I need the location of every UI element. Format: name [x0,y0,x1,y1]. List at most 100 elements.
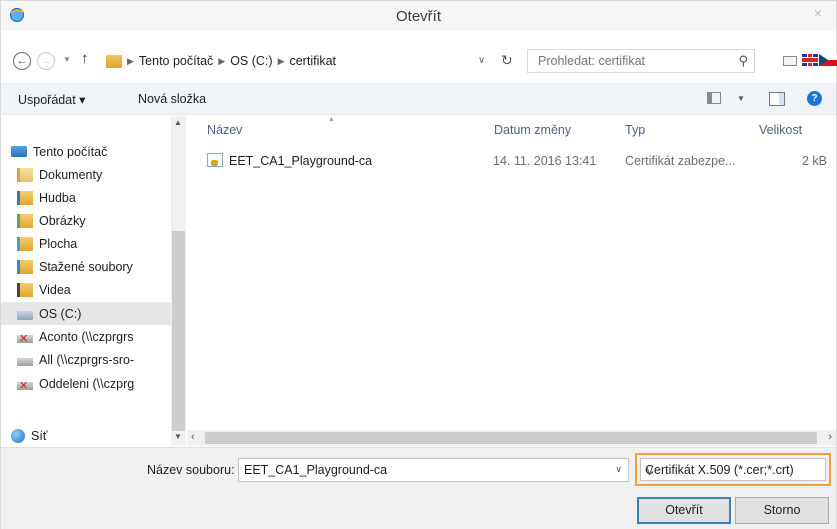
dialog-title: Otevřít [395,8,441,25]
file-size: 2 kB [802,154,828,168]
scroll-right-icon[interactable]: › [828,431,832,443]
breadcrumb-item-drive[interactable]: OS (C:) [230,54,272,68]
nav-item-label: Oddeleni (\\czprg [39,376,135,391]
nav-item-label: OS (C:) [39,306,82,321]
nav-item-network[interactable]: Síť [1,424,171,447]
up-folder-icon[interactable]: ↑ [81,50,89,67]
breadcrumb-item-this-pc[interactable]: Tento počítač [139,54,213,68]
address-row: ← → ▼ ↑ ▶ Tento počítač ▶ OS (C:) ▶ cert… [1,41,837,79]
network-globe-icon [11,428,25,443]
network-drive-icon [17,357,33,366]
horizontal-scrollbar[interactable]: ‹ › [187,430,836,446]
file-row[interactable]: EET_CA1_Playground-ca 14. 11. 2016 13:41… [201,151,831,173]
scroll-down-icon[interactable]: ▼ [174,432,182,441]
filetype-filter-highlight: Certifikát X.509 (*.cer;*.crt) ∨ [635,453,831,486]
nav-item-aconto[interactable]: Aconto (\\czprgrs [1,325,171,348]
documents-folder-icon [17,167,33,182]
scrollbar-thumb[interactable] [172,231,185,431]
czech-flag-icon [819,54,837,66]
scroll-left-icon[interactable]: ‹ [191,431,195,443]
file-type: Certifikát zabezpe... [625,154,736,168]
breadcrumb-arrow-icon[interactable]: ▶ [218,56,225,67]
chevron-down-icon[interactable]: ∨ [645,463,819,478]
cancel-button[interactable]: Storno [735,497,829,524]
view-options-icon[interactable] [707,92,721,104]
music-folder-icon [17,190,33,205]
pictures-folder-icon [17,213,33,228]
column-header-size[interactable]: Velikost [759,123,802,137]
nav-item-this-pc[interactable]: Tento počítač [1,140,171,163]
column-header-date[interactable]: Datum změny [494,123,571,137]
title-bar: Otevřít × [1,1,836,31]
open-file-dialog: Otevřít × ← → ▼ ↑ ▶ Tento počítač ▶ OS (… [0,0,837,529]
nav-item-pictures[interactable]: Obrázky [1,209,171,232]
search-input[interactable] [538,54,718,68]
nav-item-oddeleni[interactable]: Oddeleni (\\czprg [1,372,171,395]
nav-item-label: Síť [31,428,48,443]
search-box[interactable]: ⚲ [527,49,755,73]
nav-item-label: Plocha [39,236,78,251]
forward-arrow-icon: → [40,55,52,67]
uk-flag-icon [802,54,818,66]
file-name: EET_CA1_Playground-ca [229,154,373,168]
folder-icon [106,54,122,68]
view-dropdown-icon[interactable]: ▼ [737,94,745,103]
bottom-panel: Název souboru: ∨ Certifikát X.509 (*.cer… [1,447,836,529]
breadcrumb-arrow-icon[interactable]: ▶ [127,56,134,67]
scroll-up-icon[interactable]: ▲ [174,118,182,127]
nav-item-label: Aconto (\\czprgrs [39,329,134,344]
breadcrumb-arrow-icon[interactable]: ▶ [278,56,285,67]
nav-item-desktop[interactable]: Plocha [1,232,171,255]
nav-item-label: Hudba [39,190,76,205]
downloads-folder-icon [17,259,33,274]
sort-ascending-icon: ▲ [328,116,335,123]
command-bar: Uspořádat ▾ Nová složka ▼ ? [1,83,836,115]
back-button[interactable]: ← [13,52,31,70]
address-bar[interactable]: ▶ Tento počítač ▶ OS (C:) ▶ certifikat [101,50,529,72]
nav-item-label: Tento počítač [33,144,108,159]
filename-input[interactable] [244,463,604,477]
breadcrumb-item-folder[interactable]: certifikat [289,54,336,68]
nav-item-music[interactable]: Hudba [1,186,171,209]
filetype-select[interactable]: Certifikát X.509 (*.cer;*.crt) ∨ [640,458,826,481]
open-button[interactable]: Otevřít [637,497,731,524]
breadcrumb: ▶ Tento počítač ▶ OS (C:) ▶ certifikat [106,54,336,68]
nav-item-label: Stažené soubory [39,259,133,274]
recent-locations-dropdown-icon[interactable]: ▼ [63,55,71,64]
column-header-type[interactable]: Typ [625,123,645,137]
navigation-scrollbar[interactable]: ▲ ▼ [171,116,186,446]
nav-item-label: All (\\czprgrs-sro- [39,352,135,367]
disconnected-network-drive-icon [17,379,33,392]
nav-item-os-drive[interactable]: OS (C:) [1,302,171,325]
nav-item-documents[interactable]: Dokumenty [1,163,171,186]
computer-icon [11,146,27,157]
address-dropdown-icon[interactable]: ∨ [478,55,485,66]
column-header-name[interactable]: Název [207,123,242,137]
mail-icon [783,56,797,66]
preview-pane-icon[interactable] [769,92,785,106]
filename-combobox[interactable]: ∨ [238,458,629,482]
nav-item-videos[interactable]: Videa [1,278,171,301]
nav-item-label: Obrázky [39,213,86,228]
help-icon[interactable]: ? [807,91,822,106]
search-icon[interactable]: ⚲ [738,53,748,69]
nav-item-label: Dokumenty [39,167,103,182]
organize-button[interactable]: Uspořádat ▾ [18,92,85,107]
nav-item-label: Videa [39,282,71,297]
file-list: ▲ Název Datum změny Typ Velikost EET_CA1… [187,116,836,446]
disconnected-network-drive-icon [17,332,33,345]
forward-button[interactable]: → [37,52,55,70]
navigation-pane: Tento počítač Dokumenty Hudba Obrázky Pl… [1,116,186,446]
chevron-down-icon[interactable]: ∨ [615,464,622,475]
scrollbar-thumb[interactable] [205,432,817,444]
drive-icon [17,310,33,320]
desktop-folder-icon [17,236,33,251]
back-arrow-icon: ← [16,55,28,67]
filename-label: Název souboru: [147,463,235,477]
certificate-file-icon [207,153,223,167]
new-folder-button[interactable]: Nová složka [138,92,206,106]
nav-item-downloads[interactable]: Stažené soubory [1,255,171,278]
refresh-icon[interactable]: ↻ [501,52,513,69]
close-button[interactable]: × [806,3,830,25]
nav-item-all[interactable]: All (\\czprgrs-sro- [1,348,171,371]
